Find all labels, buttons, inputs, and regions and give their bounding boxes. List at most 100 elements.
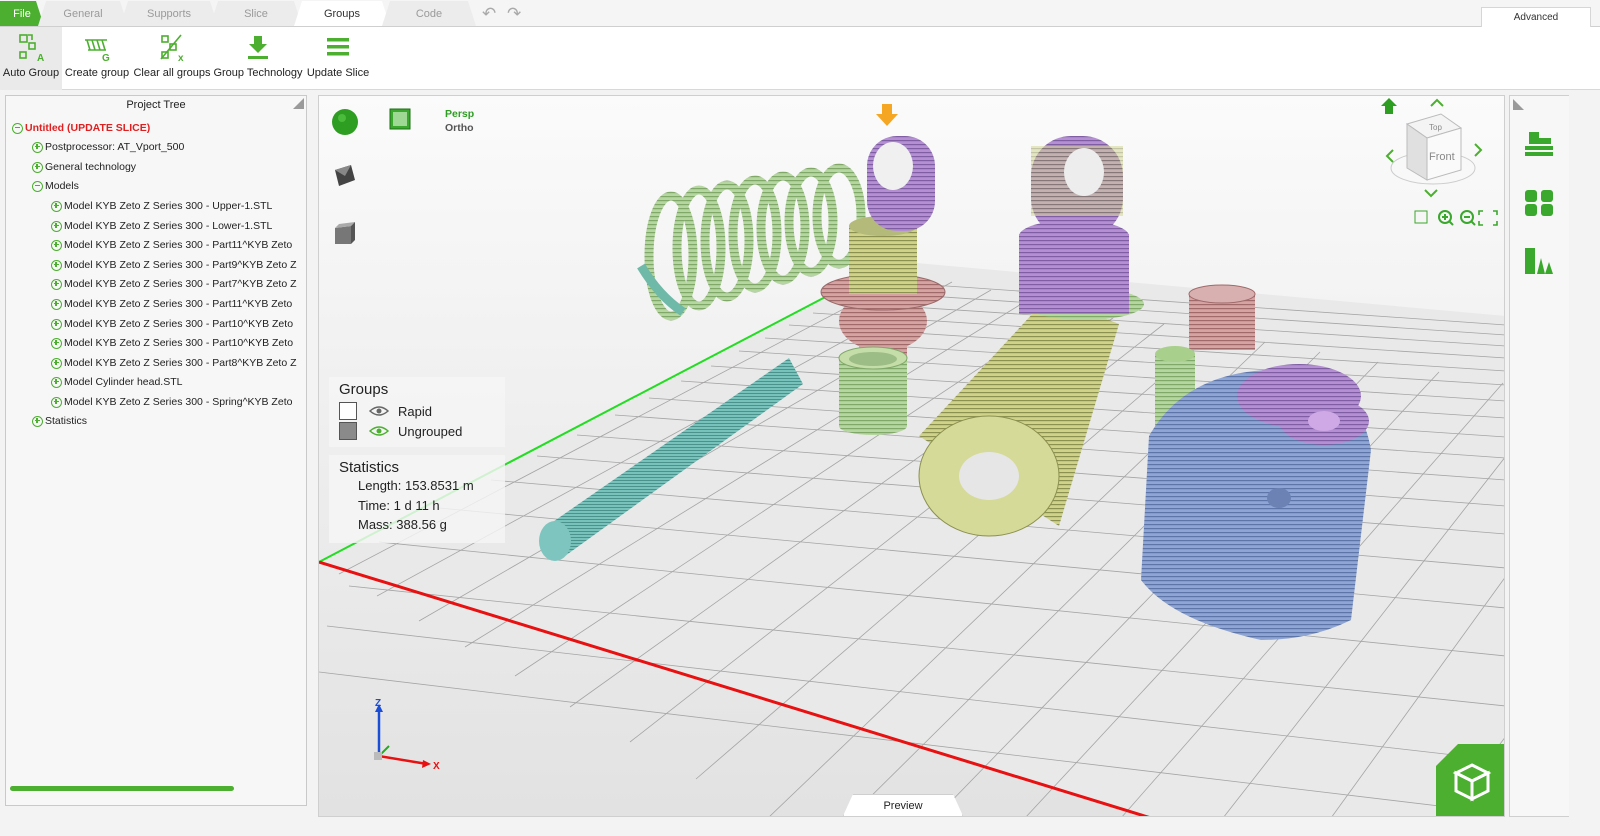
tree-model-item[interactable]: Model KYB Zeto Z Series 300 - Upper-1.ST… <box>51 200 272 212</box>
slice-layers-icon[interactable] <box>1523 130 1555 158</box>
tree-model-item[interactable]: Model KYB Zeto Z Series 300 - Spring^KYB… <box>51 396 292 408</box>
update-slice-button[interactable]: Update Slice <box>305 27 371 90</box>
expand-icon[interactable] <box>51 259 62 271</box>
expand-icon[interactable] <box>51 337 62 349</box>
group-checkbox[interactable] <box>339 402 357 420</box>
tree-model-item[interactable]: Model KYB Zeto Z Series 300 - Part11^KYB… <box>51 298 292 310</box>
eye-icon[interactable] <box>369 405 389 417</box>
rotate-up-icon <box>1430 98 1444 107</box>
expand-icon[interactable] <box>51 220 62 232</box>
expand-icon[interactable] <box>51 298 62 310</box>
project-tree-panel: Project Tree Untitled (UPDATE SLICE) Pos… <box>5 95 307 806</box>
view-cube-top-label: Top <box>1429 123 1442 132</box>
view-cube-front-label: Front <box>1429 151 1455 163</box>
tree-model-item[interactable]: Model KYB Zeto Z Series 300 - Part9^KYB … <box>51 259 297 271</box>
axis-x-label: X <box>433 761 440 770</box>
stat-time: Time: 1 d 11 h <box>358 498 440 513</box>
expand-icon[interactable] <box>51 278 62 290</box>
ribbon-toolbar: A Auto Group G Create group x Clear all … <box>0 27 1600 90</box>
pink-cylinder-model[interactable] <box>1188 284 1256 350</box>
group-technology-button[interactable]: Group Technology <box>212 27 304 90</box>
tab-supports[interactable]: Supports <box>120 1 218 26</box>
expand-icon[interactable] <box>32 161 43 173</box>
lower-part-model[interactable] <box>1019 136 1144 320</box>
tree-label: Model KYB Zeto Z Series 300 - Upper-1.ST… <box>64 200 273 212</box>
tree-model-item[interactable]: Model KYB Zeto Z Series 300 - Part10^KYB… <box>51 318 293 330</box>
create-group-button[interactable]: G Create group <box>63 27 131 90</box>
collapse-panel-icon[interactable] <box>293 98 304 109</box>
wireframe-toggle-icon[interactable] <box>389 108 411 130</box>
expand-icon[interactable] <box>32 141 43 153</box>
group-item-rapid[interactable]: Rapid <box>339 402 432 420</box>
expand-icon[interactable] <box>51 396 62 408</box>
fullscreen-icon <box>1478 210 1498 226</box>
tree-model-item[interactable]: Model KYB Zeto Z Series 300 - Part7^KYB … <box>51 278 297 290</box>
tree-label: Model KYB Zeto Z Series 300 - Part7^KYB … <box>64 278 297 290</box>
tree-label: Model KYB Zeto Z Series 300 - Part10^KYB… <box>64 318 294 330</box>
redo-icon[interactable]: ↷ <box>507 4 521 24</box>
tree-postprocessor[interactable]: Postprocessor: AT_Vport_500 <box>32 141 184 153</box>
tree-model-item[interactable]: Model KYB Zeto Z Series 300 - Part11^KYB… <box>51 239 292 251</box>
auto-group-icon: A <box>11 27 51 67</box>
advanced-toggle[interactable]: Advanced <box>1481 7 1591 27</box>
perspective-toggle[interactable]: Persp <box>445 108 474 120</box>
3d-viewport[interactable]: Persp Ortho Top Front Groups Rapid Ungro… <box>318 95 1505 817</box>
svg-text:A: A <box>37 53 44 62</box>
tree-model-item[interactable]: Model KYB Zeto Z Series 300 - Part8^KYB … <box>51 357 297 369</box>
expand-icon[interactable] <box>51 357 62 369</box>
group-stack-icon[interactable] <box>1523 188 1555 218</box>
expand-panel-icon[interactable] <box>1513 99 1524 110</box>
group-checkbox[interactable] <box>339 422 357 440</box>
tree-label: Statistics <box>45 415 88 427</box>
ortho-toggle[interactable]: Ortho <box>445 122 474 134</box>
cube-icon <box>1452 763 1492 802</box>
view-box-icon[interactable] <box>331 220 359 248</box>
collapse-icon[interactable] <box>32 180 43 192</box>
tree-model-item[interactable]: Model KYB Zeto Z Series 300 - Lower-1.ST… <box>51 220 272 232</box>
undo-icon[interactable]: ↶ <box>482 4 496 24</box>
tree-models[interactable]: Models <box>32 180 79 192</box>
cylinder-head-model[interactable] <box>1141 364 1371 640</box>
tree-label: Model KYB Zeto Z Series 300 - Part8^KYB … <box>64 357 297 369</box>
tree-root[interactable]: Untitled (UPDATE SLICE) <box>12 122 150 134</box>
tab-file[interactable]: File <box>0 1 44 26</box>
groups-panel-title: Groups <box>339 381 389 398</box>
tree-model-item[interactable]: Model Cylinder head.STL <box>51 376 182 388</box>
expand-icon[interactable] <box>51 376 62 388</box>
statistics-panel: Statistics Length: 153.8531 m Time: 1 d … <box>329 455 505 543</box>
axis-gizmo: Z X <box>374 698 440 770</box>
clear-groups-icon: x <box>152 27 192 67</box>
tree-model-item[interactable]: Model KYB Zeto Z Series 300 - Part10^KYB… <box>51 337 293 349</box>
auto-group-button[interactable]: A Auto Group <box>0 27 62 90</box>
groups-panel: Groups Rapid Ungrouped <box>329 377 505 447</box>
tab-slice[interactable]: Slice <box>210 1 302 26</box>
collapse-icon[interactable] <box>12 122 23 134</box>
group-item-ungrouped[interactable]: Ungrouped <box>339 422 462 440</box>
shaded-sphere-icon[interactable] <box>331 108 359 136</box>
expand-icon[interactable] <box>32 415 43 427</box>
svg-text:x: x <box>178 53 184 62</box>
statistics-panel-title: Statistics <box>339 459 400 476</box>
horizontal-scrollbar[interactable] <box>10 786 234 791</box>
tab-code[interactable]: Code <box>382 1 476 26</box>
tree-root-label: Untitled (UPDATE SLICE) <box>25 122 151 134</box>
preview-tab[interactable]: Preview <box>843 794 963 816</box>
tab-general[interactable]: General <box>38 1 128 26</box>
tree-statistics[interactable]: Statistics <box>32 415 87 427</box>
expand-icon[interactable] <box>51 239 62 251</box>
eye-icon[interactable] <box>369 425 389 437</box>
clear-all-groups-button[interactable]: x Clear all groups <box>133 27 211 90</box>
update-slice-icon <box>318 27 358 67</box>
tab-groups[interactable]: Groups <box>294 1 390 26</box>
zoom-controls[interactable] <box>1413 208 1503 228</box>
tab-bar: File General Supports Slice Groups Code … <box>0 0 1600 27</box>
small-cylinder-model[interactable] <box>838 346 908 435</box>
view-iso-icon[interactable] <box>331 162 359 190</box>
group-technology-icon <box>238 27 278 67</box>
tree-label: Model KYB Zeto Z Series 300 - Lower-1.ST… <box>64 220 273 232</box>
gcode-report-icon[interactable] <box>1523 246 1555 276</box>
tree-general-technology[interactable]: General technology <box>32 161 136 173</box>
status-bar <box>0 817 1600 836</box>
expand-icon[interactable] <box>51 200 62 212</box>
expand-icon[interactable] <box>51 318 62 330</box>
